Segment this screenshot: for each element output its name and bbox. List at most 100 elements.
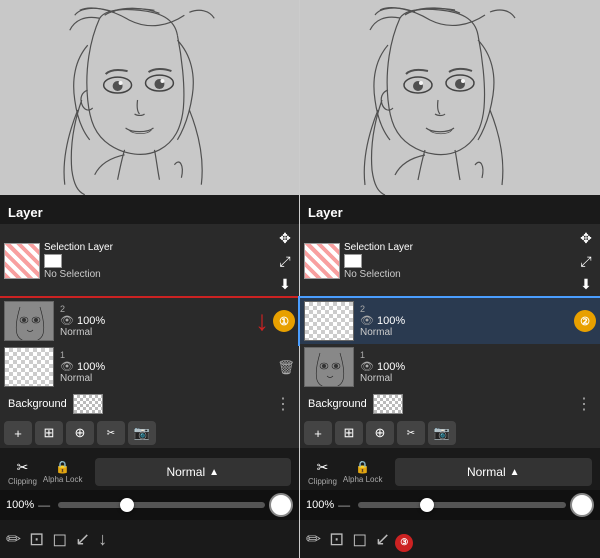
- red-arrow-left: ↓: [255, 298, 269, 344]
- selection-layer-right[interactable]: Selection Layer No Selection ✥ ⤢ ⬇: [300, 224, 600, 298]
- layer2-opacity-right: 100%: [377, 315, 405, 327]
- sel-layer-box-right: [344, 254, 362, 268]
- bg-dots-right[interactable]: ⋮: [576, 394, 592, 414]
- bg-checker-right: [373, 394, 403, 414]
- layer2-eye-right[interactable]: 👁: [360, 314, 374, 327]
- fill-icon-right[interactable]: ⊡: [329, 529, 344, 550]
- opacity-knob-left[interactable]: [120, 498, 134, 512]
- layer1-thumb-left: [4, 347, 54, 387]
- sel-export-icon-left[interactable]: ⬇: [275, 274, 295, 294]
- add-layer2-btn-left[interactable]: ⊕: [66, 421, 94, 445]
- sketch-area-right: [300, 0, 600, 195]
- panel-right: Layer Selection Layer No Selection ✥ ⤢ ⬇…: [300, 0, 600, 558]
- fill-icon-left[interactable]: ⊡: [29, 529, 44, 550]
- bg-row-left[interactable]: Background ⋮: [0, 390, 299, 418]
- sel-layer-label-left: Selection Layer: [44, 242, 113, 253]
- sel-move-icon-right[interactable]: ✥: [576, 228, 596, 248]
- layer1-opacity-right: 100%: [377, 361, 405, 373]
- opacity-slider-right[interactable]: [358, 502, 566, 508]
- bg-label-right: Background: [308, 398, 367, 410]
- layer1-thumb-right: [304, 347, 354, 387]
- bottom-toolbar-left: + ⊞ ⊕ ✂ 📷: [0, 418, 299, 448]
- down-arrow-icon-right[interactable]: ↙: [375, 529, 390, 550]
- camera-btn-right[interactable]: 📷: [428, 421, 456, 445]
- blend-bar-left: ✂ Clipping 🔒 Alpha Lock Normal ▲: [0, 454, 299, 490]
- blend-mode-left[interactable]: Normal ▲: [95, 458, 292, 486]
- layer1-num-left: 1: [60, 350, 273, 360]
- layer1-blend-right: Normal: [360, 373, 592, 384]
- bottom-toolbar-right: + ⊞ ⊕ ✂ 📷: [300, 418, 600, 448]
- add-layer-btn-left[interactable]: +: [4, 421, 32, 445]
- layer-panel-title-left: Layer: [0, 201, 299, 224]
- sel-no-sel-left: No Selection: [44, 269, 113, 280]
- sel-layer-box-left: [44, 254, 62, 268]
- selection-thumb-right: [304, 243, 340, 279]
- sketch-area-left: [0, 0, 299, 195]
- layer1-opacity-left: 100%: [77, 361, 105, 373]
- opacity-knob-right[interactable]: [420, 498, 434, 512]
- bottom-icons-left: ✏ ⊡ ◻ ↙ ↓: [0, 520, 299, 558]
- clipping-btn-left[interactable]: ✂ Clipping: [8, 459, 37, 486]
- layer1-eye-right[interactable]: 👁: [360, 360, 374, 373]
- layer2-blend-left: Normal: [60, 327, 269, 338]
- color-dot-left[interactable]: [269, 493, 293, 517]
- layer1-row-right[interactable]: 1 👁 100% Normal: [300, 344, 600, 390]
- down2-icon-left[interactable]: ↓: [98, 529, 107, 550]
- opacity-pct-right: 100%: [306, 499, 334, 511]
- bg-label-left: Background: [8, 398, 67, 410]
- layer2-num-right: 2: [360, 304, 570, 314]
- scissors-btn-right[interactable]: ✂: [397, 421, 425, 445]
- layer2-row-right[interactable]: 2 👁 100% Normal ②: [300, 298, 600, 344]
- sel-transform-icon-left[interactable]: ⤢: [275, 251, 295, 271]
- camera-btn-left[interactable]: 📷: [128, 421, 156, 445]
- layer1-blend-left: Normal: [60, 373, 273, 384]
- sel-move-icon-left[interactable]: ✥: [275, 228, 295, 248]
- sel-no-sel-right: No Selection: [344, 269, 413, 280]
- down2-icon-right[interactable]: ↓ ③: [398, 529, 407, 550]
- layer2-opacity-left: 100%: [77, 315, 105, 327]
- pen-icon-left[interactable]: ✏: [6, 529, 21, 550]
- sel-layer-label-right: Selection Layer: [344, 242, 413, 253]
- down-arrow-icon-left[interactable]: ↙: [75, 529, 90, 550]
- add-layer2-btn-right[interactable]: ⊕: [366, 421, 394, 445]
- badge2-right: ②: [574, 310, 596, 332]
- layer2-num-left: 2: [60, 304, 269, 314]
- selection-layer-left[interactable]: Selection Layer No Selection ✥ ⤢ ⬇: [0, 224, 299, 298]
- layer2-row-left[interactable]: 2 👁 100% Normal ① ↓: [0, 298, 299, 344]
- merge-btn-right[interactable]: ⊞: [335, 421, 363, 445]
- pen-icon-right[interactable]: ✏: [306, 529, 321, 550]
- layer1-num-right: 1: [360, 350, 592, 360]
- very-bottom-left: 100% —: [0, 490, 299, 520]
- scissors-btn-left[interactable]: ✂: [97, 421, 125, 445]
- layer2-eye-left[interactable]: 👁: [60, 314, 74, 327]
- layer1-eye-left[interactable]: 👁: [60, 360, 74, 373]
- layer2-thumb-left: [4, 301, 54, 341]
- sel-export-icon-right[interactable]: ⬇: [576, 274, 596, 294]
- layer1-delete-left[interactable]: 🗑: [277, 359, 295, 376]
- badge1-left: ①: [273, 310, 295, 332]
- layer2-blend-right: Normal: [360, 327, 570, 338]
- bottom-icons-right: ✏ ⊡ ◻ ↙ ↓ ③: [300, 520, 600, 558]
- eraser-icon-left[interactable]: ◻: [52, 529, 67, 550]
- bg-dots-left[interactable]: ⋮: [275, 394, 291, 414]
- opacity-slider-left[interactable]: [58, 502, 265, 508]
- blend-bar-right: ✂ Clipping 🔒 Alpha Lock Normal ▲: [300, 454, 600, 490]
- eraser-icon-right[interactable]: ◻: [352, 529, 367, 550]
- bg-row-right[interactable]: Background ⋮: [300, 390, 600, 418]
- layer1-row-left[interactable]: 1 👁 100% Normal 🗑: [0, 344, 299, 390]
- layer-panel-title-right: Layer: [300, 201, 600, 224]
- very-bottom-right: 100% —: [300, 490, 600, 520]
- color-dot-right[interactable]: [570, 493, 594, 517]
- bg-checker-left: [73, 394, 103, 414]
- alpha-lock-btn-right[interactable]: 🔒 Alpha Lock: [343, 460, 383, 484]
- selection-thumb-left: [4, 243, 40, 279]
- panel-left: Layer Selection Layer No Selection ✥ ⤢ ⬇: [0, 0, 300, 558]
- sel-transform-icon-right[interactable]: ⤢: [576, 251, 596, 271]
- opacity-pct-left: 100%: [6, 499, 34, 511]
- blend-mode-right[interactable]: Normal ▲: [395, 458, 593, 486]
- layer-panel-right: Layer Selection Layer No Selection ✥ ⤢ ⬇…: [300, 195, 600, 454]
- merge-btn-left[interactable]: ⊞: [35, 421, 63, 445]
- add-layer-btn-right[interactable]: +: [304, 421, 332, 445]
- clipping-btn-right[interactable]: ✂ Clipping: [308, 459, 337, 486]
- alpha-lock-btn-left[interactable]: 🔒 Alpha Lock: [43, 460, 83, 484]
